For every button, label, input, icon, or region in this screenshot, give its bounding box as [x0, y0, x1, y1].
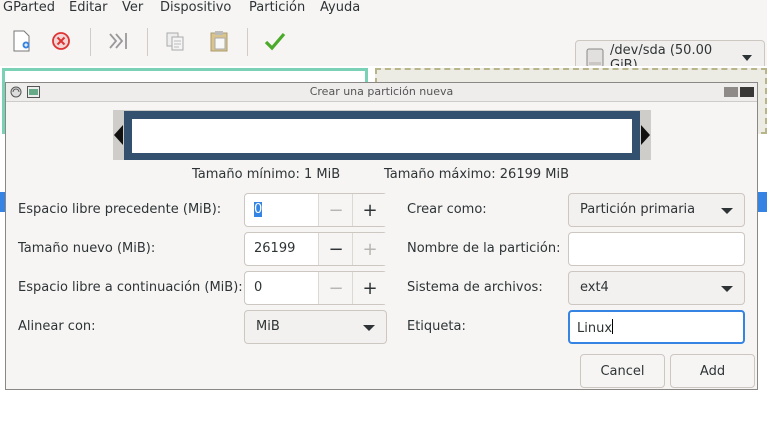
align-label: Alinear con:	[18, 319, 96, 334]
toolbar-separator	[147, 28, 148, 56]
max-size-label: Tamaño máximo: 26199 MiB	[384, 167, 570, 182]
copy-icon[interactable]	[160, 26, 190, 56]
fs-label-value[interactable]: Linux	[577, 319, 614, 336]
resize-handle-right-icon[interactable]	[641, 125, 650, 145]
resize-handle-left-icon[interactable]	[114, 125, 123, 145]
fs-label-field[interactable]: Linux	[568, 310, 745, 344]
new-size-increment-button[interactable]: +	[352, 233, 387, 265]
toolbar: /dev/sda (50.00 GiB)	[0, 18, 767, 76]
chevron-down-icon	[742, 55, 752, 61]
minimize-button[interactable]	[724, 87, 738, 97]
menubar: GParted Editar Ver Dispositivo Partición…	[0, 0, 767, 18]
chevron-down-icon	[721, 286, 733, 292]
create-as-value: Partición primaria	[580, 202, 696, 217]
fs-label-label: Etiqueta:	[407, 319, 466, 334]
add-button[interactable]: Add	[670, 354, 755, 388]
filesystem-combo[interactable]: ext4	[568, 271, 745, 305]
menu-ayuda[interactable]: Ayuda	[320, 0, 360, 16]
align-combo[interactable]: MiB	[244, 310, 387, 344]
maximize-button[interactable]	[740, 87, 754, 97]
free-before-label: Espacio libre precedente (MiB):	[18, 202, 222, 217]
toolbar-separator	[90, 28, 91, 56]
filesystem-value: ext4	[580, 280, 609, 295]
partition-map-fill	[132, 119, 632, 153]
free-after-label: Espacio libre a continuación (MiB):	[18, 280, 243, 295]
create-as-combo[interactable]: Partición primaria	[568, 193, 745, 227]
filesystem-label: Sistema de archivos:	[407, 280, 543, 295]
paste-icon[interactable]	[204, 26, 234, 56]
chevron-down-icon	[363, 325, 375, 331]
min-size-label: Tamaño mínimo: 1 MiB	[192, 167, 341, 182]
disk-icon	[586, 48, 604, 68]
dialog-title: Crear una partición nueva	[309, 85, 454, 98]
free-after-increment-button[interactable]: +	[352, 272, 387, 304]
resize-move-icon[interactable]	[103, 26, 133, 56]
free-before-increment-button[interactable]: +	[352, 194, 387, 226]
free-before-decrement-button[interactable]: −	[318, 194, 353, 226]
delete-icon[interactable]	[46, 26, 76, 56]
menu-gparted[interactable]: GParted	[3, 0, 55, 16]
partition-name-label: Nombre de la partición:	[407, 241, 561, 256]
free-after-value[interactable]: 0	[254, 280, 262, 295]
menu-particion[interactable]: Partición	[249, 0, 305, 16]
free-after-decrement-button[interactable]: −	[318, 272, 353, 304]
apply-icon[interactable]	[260, 26, 290, 56]
new-size-value[interactable]: 26199	[254, 241, 295, 256]
cancel-button[interactable]: Cancel	[580, 354, 665, 388]
align-value: MiB	[256, 319, 280, 334]
new-size-label: Tamaño nuevo (MiB):	[18, 241, 156, 256]
dialog-titlebar: Crear una partición nueva	[6, 83, 757, 102]
new-size-spin[interactable]: 26199 − +	[244, 232, 387, 266]
menu-dispositivo[interactable]: Dispositivo	[160, 0, 231, 16]
free-before-spin[interactable]: 0 − +	[244, 193, 387, 227]
new-icon[interactable]	[6, 26, 36, 56]
toolbar-separator	[247, 28, 248, 56]
free-before-value[interactable]: 0	[254, 202, 263, 217]
new-size-decrement-button[interactable]: −	[318, 233, 353, 265]
menu-editar[interactable]: Editar	[69, 0, 108, 16]
partition-name-field[interactable]	[568, 232, 745, 266]
menu-ver[interactable]: Ver	[122, 0, 143, 16]
create-as-label: Crear como:	[407, 202, 487, 217]
create-partition-dialog: Crear una partición nueva Tamaño mínimo:…	[5, 82, 758, 390]
chevron-down-icon	[721, 208, 733, 214]
free-after-spin[interactable]: 0 − +	[244, 271, 387, 305]
